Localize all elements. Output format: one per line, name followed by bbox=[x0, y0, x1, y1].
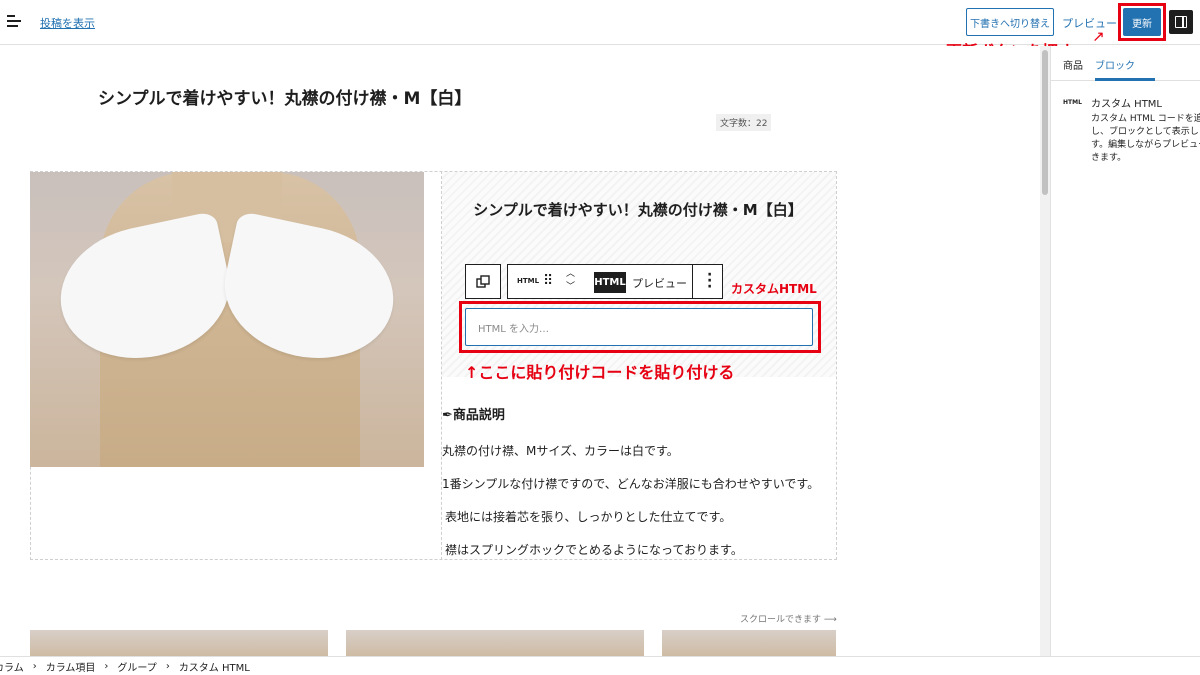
select-parent-button[interactable] bbox=[465, 264, 501, 299]
breadcrumb-item[interactable]: グループ bbox=[117, 659, 156, 674]
chevron-right-icon: › bbox=[165, 660, 170, 672]
more-options-icon[interactable]: · · · bbox=[707, 268, 712, 294]
html-block-icon[interactable]: HTML bbox=[517, 277, 539, 285]
custom-html-block-icon: HTML bbox=[1063, 99, 1082, 106]
block-card-description: カスタム HTML コードを追加し、ブロックとして表示します。編集しながらプレビ… bbox=[1091, 114, 1200, 163]
sidebar-tabs: 商品 ブロック bbox=[1051, 46, 1200, 81]
gallery-image[interactable] bbox=[662, 630, 836, 656]
view-post-link[interactable]: 投稿を表示 bbox=[40, 15, 95, 31]
paste-hint-annotation: ↑ここに貼り付けコードを貼り付ける bbox=[465, 363, 735, 382]
html-mode-button[interactable]: HTML bbox=[594, 272, 626, 293]
block-card-title: カスタム HTML bbox=[1091, 99, 1163, 110]
description-line[interactable]: 丸襟の付け襟、Mサイズ、カラーは白です。 bbox=[442, 442, 679, 459]
active-tab-indicator bbox=[1095, 78, 1155, 81]
description-line[interactable]: 1番シンプルな付け襟ですので、どんなお洋服にも合わせやすいです。 bbox=[442, 475, 819, 492]
block-toolbar-main: HTML ⠿ ︿ ﹀ HTML プレビュー · · · bbox=[507, 264, 723, 299]
breadcrumb-item[interactable]: カラム bbox=[0, 659, 24, 674]
preview-button[interactable]: プレビュー bbox=[1062, 15, 1117, 31]
preview-mode-button[interactable]: プレビュー bbox=[632, 275, 687, 291]
product-image[interactable] bbox=[30, 172, 424, 467]
description-heading-text: 商品説明 bbox=[452, 408, 505, 423]
scrollbar-thumb[interactable] bbox=[1042, 50, 1048, 195]
description-line[interactable]: 表地には接着芯を張り、しっかりとした仕立てです。 bbox=[445, 508, 731, 525]
tab-block[interactable]: ブロック bbox=[1095, 57, 1135, 72]
pen-icon: ✒ bbox=[442, 408, 453, 423]
editor-canvas: シンプルで着けやすい！丸襟の付け襟・M【白】 文字数：22 シンプルで着けやすい… bbox=[0, 46, 1040, 656]
toolbar-separator bbox=[692, 265, 693, 298]
drag-handle-icon[interactable]: ⠿ bbox=[543, 273, 553, 289]
settings-sidebar: 商品 ブロック HTML カスタム HTML カスタム HTML コードを追加し… bbox=[1050, 46, 1200, 656]
breadcrumb-item[interactable]: カスタム HTML bbox=[179, 659, 250, 674]
post-title[interactable]: シンプルで着けやすい！丸襟の付け襟・M【白】 bbox=[98, 84, 471, 109]
gallery-image[interactable] bbox=[30, 630, 328, 656]
description-heading[interactable]: ✒商品説明 bbox=[442, 404, 505, 423]
tab-post[interactable]: 商品 bbox=[1063, 57, 1083, 72]
char-count-badge: 文字数：22 bbox=[716, 114, 772, 131]
parent-block-icon bbox=[476, 274, 490, 288]
chevron-right-icon: › bbox=[104, 660, 109, 672]
document-overview-icon[interactable] bbox=[7, 15, 21, 27]
html-input-placeholder: HTML を入力… bbox=[478, 323, 550, 335]
custom-html-annotation: カスタムHTML bbox=[731, 282, 817, 296]
chevron-right-icon: › bbox=[32, 660, 37, 672]
description-line[interactable]: 襟はスプリングホックでとめるようになっております。 bbox=[445, 541, 743, 558]
canvas-scrollbar[interactable] bbox=[1040, 46, 1050, 656]
scroll-hint: スクロールできます ⟶ bbox=[740, 615, 837, 625]
switch-to-draft-button[interactable]: 下書きへ切り替え bbox=[966, 8, 1054, 36]
html-code-input[interactable]: HTML を入力… bbox=[465, 308, 813, 346]
gallery-image[interactable] bbox=[346, 630, 644, 656]
settings-sidebar-toggle-icon[interactable] bbox=[1169, 10, 1193, 34]
product-title[interactable]: シンプルで着けやすい！丸襟の付け襟・M【白】 bbox=[458, 198, 818, 222]
block-breadcrumb: カラム › カラム項目 › グループ › カスタム HTML bbox=[0, 656, 1200, 675]
breadcrumb-item[interactable]: カラム項目 bbox=[46, 659, 96, 674]
update-button-highlight bbox=[1118, 3, 1166, 41]
move-up-down-icon[interactable]: ︿ ﹀ bbox=[566, 268, 575, 294]
